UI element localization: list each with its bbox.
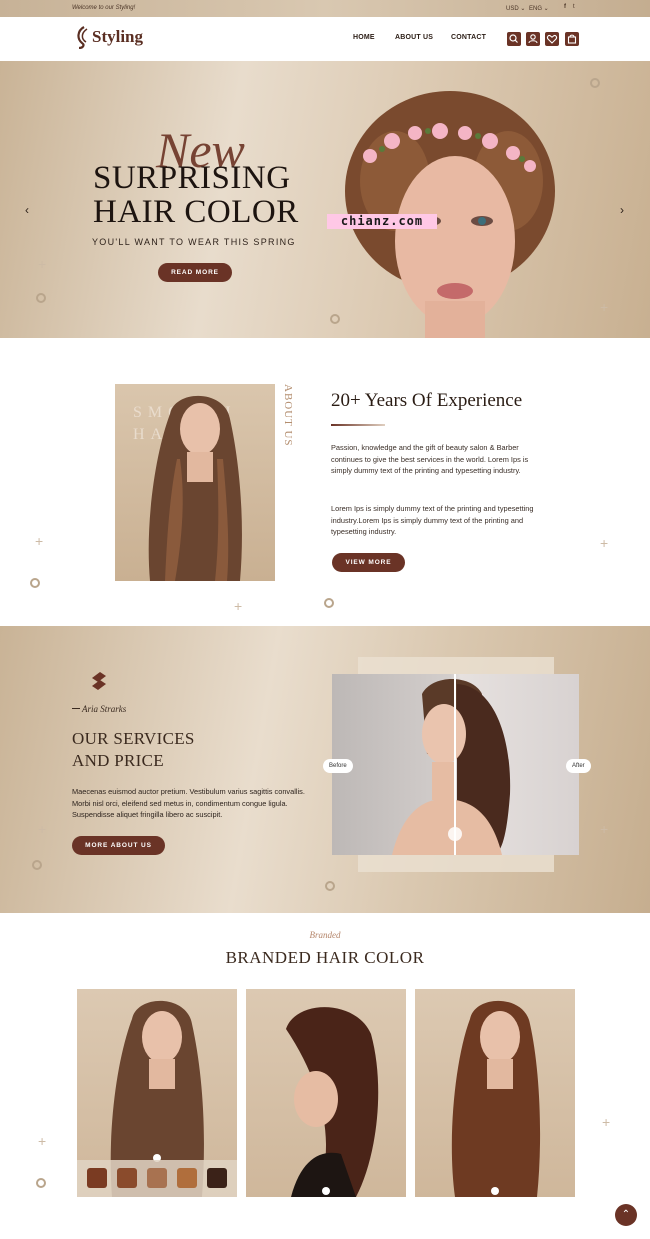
nav-about-us[interactable]: ABOUT US — [395, 34, 433, 41]
model-image — [451, 1000, 541, 1197]
nav-home[interactable]: HOME — [353, 34, 375, 41]
ring-decoration-icon — [30, 578, 40, 588]
twitter-icon[interactable]: t — [573, 4, 575, 10]
about-vertical-label: ABOUT US — [282, 384, 294, 447]
branded-title: BRANDED HAIR COLOR — [225, 948, 425, 967]
language-select[interactable]: ENG ⌄ — [529, 5, 549, 12]
swatch-5[interactable] — [207, 1168, 227, 1188]
ring-decoration-icon — [36, 293, 46, 303]
before-after-image[interactable] — [332, 674, 579, 855]
chevron-up-icon: ⌃ — [621, 1209, 631, 1220]
before-after-model — [392, 674, 511, 855]
read-more-button[interactable]: READ MORE — [158, 263, 232, 282]
plus-decoration-icon: + — [234, 598, 243, 614]
plus-decoration-icon: + — [38, 821, 47, 837]
watermark-label: chianz.com — [327, 214, 437, 229]
swatch-3[interactable] — [147, 1168, 167, 1188]
swatch-4[interactable] — [177, 1168, 197, 1188]
currency-select[interactable]: USD ⌄ — [506, 5, 525, 12]
hero-title-line1: SURPRISING — [93, 160, 291, 196]
branded-script: Branded — [309, 930, 341, 940]
ring-decoration-icon — [590, 78, 600, 88]
plus-decoration-icon: + — [600, 535, 609, 551]
search-icon[interactable] — [507, 32, 521, 46]
s-logo-icon — [92, 672, 106, 690]
ring-decoration-icon — [325, 881, 335, 891]
product-card[interactable] — [246, 989, 406, 1197]
user-icon[interactable] — [526, 32, 540, 46]
about-paragraph: Passion, knowledge and the gift of beaut… — [331, 443, 529, 475]
services-title-line1: OUR SERVICES — [72, 729, 195, 748]
logo-text: Styling — [92, 27, 144, 46]
top-bar: Welcome to our Styling! USD ⌄ ENG ⌄ f t — [0, 0, 650, 17]
swatch-1[interactable] — [87, 1168, 107, 1188]
ring-decoration-icon — [324, 598, 334, 608]
slider-prev-icon[interactable]: ‹ — [25, 203, 29, 217]
title-underline — [331, 424, 385, 426]
ring-decoration-icon — [36, 1178, 46, 1188]
view-more-button[interactable]: VIEW MORE — [332, 553, 405, 572]
cart-icon[interactable] — [565, 32, 579, 46]
about-paragraph: Lorem Ips is simply dummy text of the pr… — [331, 504, 534, 536]
before-label: Before — [323, 759, 353, 773]
author-dash — [72, 708, 80, 709]
plus-decoration-icon: + — [600, 299, 609, 315]
site-header: Styling HOME ABOUT US CONTACT — [0, 17, 650, 61]
product-card[interactable] — [415, 989, 575, 1197]
about-title: 20+ Years Of Experience — [331, 390, 523, 411]
hero-slider: New SURPRISING HAIR COLOR YOU'LL WANT TO… — [0, 61, 650, 338]
hero-title-line2: HAIR COLOR — [93, 194, 299, 230]
nav-contact[interactable]: CONTACT — [451, 34, 486, 41]
after-label: After — [566, 759, 591, 773]
plus-decoration-icon: + — [600, 821, 609, 837]
about-image: SMOOTH HAIR — [115, 384, 275, 581]
hair-swirl-icon — [77, 26, 88, 49]
model-image — [286, 1007, 379, 1197]
services-section: Aria Strarks OUR SERVICES AND PRICE Maec… — [0, 626, 650, 913]
ring-decoration-icon — [330, 314, 340, 324]
hero-title: SURPRISING HAIR COLOR — [93, 161, 299, 229]
heart-icon[interactable] — [545, 32, 559, 46]
plus-decoration-icon: + — [602, 1114, 611, 1130]
logo[interactable]: Styling — [75, 25, 143, 49]
author-signature: Aria Strarks — [82, 704, 127, 714]
slider-next-icon[interactable]: › — [620, 203, 624, 217]
more-about-us-button[interactable]: MORE ABOUT US — [72, 836, 165, 855]
hero-subtitle: YOU'LL WANT TO WEAR THIS SPRING — [92, 237, 296, 247]
services-text: Maecenas euismod auctor pretium. Vestibu… — [72, 787, 305, 819]
services-title-line2: AND PRICE — [72, 751, 164, 770]
services-title: OUR SERVICES AND PRICE — [72, 728, 195, 772]
plus-decoration-icon: + — [38, 256, 47, 272]
plus-decoration-icon: + — [35, 533, 44, 549]
long-hair-model — [148, 395, 242, 581]
scroll-to-top-button[interactable]: ⌃ — [615, 1204, 637, 1226]
welcome-text: Welcome to our Styling! — [72, 5, 136, 11]
hero-model-image — [345, 91, 555, 338]
plus-decoration-icon: + — [38, 1133, 47, 1149]
color-swatches — [77, 1160, 237, 1197]
ring-decoration-icon — [32, 860, 42, 870]
swatch-2[interactable] — [117, 1168, 137, 1188]
facebook-icon[interactable]: f — [564, 4, 566, 10]
